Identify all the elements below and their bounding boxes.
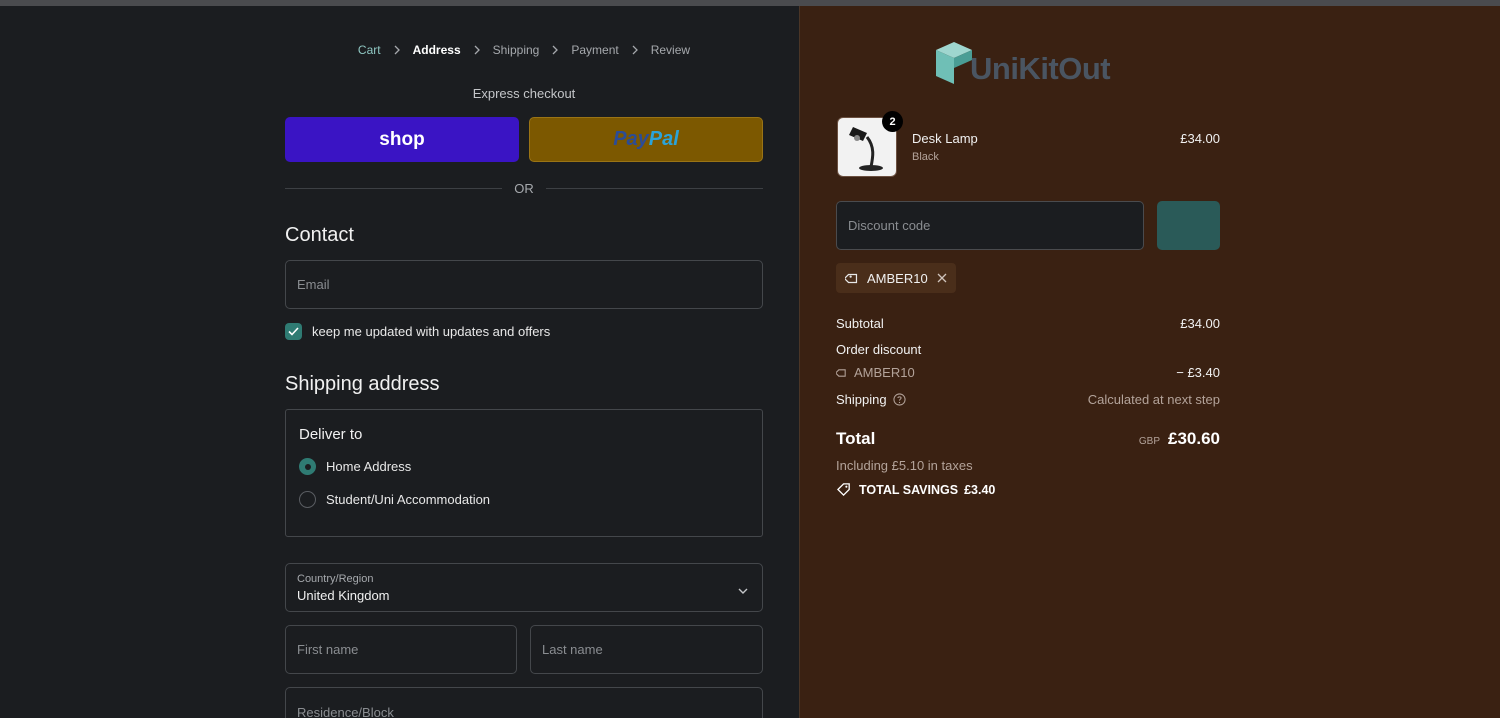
chevron-right-icon (473, 45, 481, 55)
product-price: £34.00 (1180, 131, 1220, 146)
delivery-option-label: Student/Uni Accommodation (326, 492, 491, 507)
tag-icon (845, 273, 858, 283)
delivery-option-home[interactable]: Home Address (299, 458, 411, 475)
shop-pay-button[interactable]: shop (285, 117, 519, 162)
last-name-placeholder: Last name (542, 642, 603, 657)
breadcrumb-payment: Payment (571, 43, 619, 57)
brand-name: UniKitOut (970, 51, 1111, 86)
taxes-note: Including £5.10 in taxes (836, 458, 973, 473)
box-logo-icon (936, 42, 972, 84)
order-summary-panel (799, 6, 1500, 718)
subtotal-label: Subtotal (836, 316, 884, 331)
divider-line (545, 188, 763, 189)
breadcrumb-cart[interactable]: Cart (358, 43, 381, 57)
discount-value: − £3.40 (1176, 365, 1220, 380)
breadcrumb-address: Address (412, 43, 461, 57)
shipping-value: Calculated at next step (1087, 392, 1220, 407)
savings-label: TOTAL SAVINGS (859, 482, 959, 497)
total-currency: GBP (1138, 436, 1160, 447)
breadcrumb-shipping: Shipping (492, 43, 540, 57)
radio-unselected-icon[interactable] (299, 491, 316, 508)
tag-icon (836, 368, 846, 377)
applied-discount-chip: AMBER10 (836, 263, 956, 293)
paypal-label-pay: Pay (613, 128, 649, 150)
tags-icon (837, 483, 850, 497)
last-name-field[interactable]: Last name (530, 625, 763, 674)
country-label: Country/Region (297, 573, 374, 585)
quantity-badge: 2 (882, 111, 903, 132)
breadcrumb-review: Review (650, 43, 691, 57)
country-select[interactable]: Country/Region United Kingdom (285, 563, 763, 612)
deliver-to-box: Deliver to Home Address Student/Uni Acco… (285, 409, 763, 537)
discount-code-row: AMBER10 (836, 365, 915, 380)
country-value: United Kingdom (297, 588, 390, 603)
remove-discount-icon[interactable] (937, 273, 947, 283)
shipping-label: Shipping (836, 392, 887, 407)
divider-line (285, 188, 503, 189)
chevron-down-icon (738, 582, 748, 600)
total-label: Total (836, 429, 876, 448)
newsletter-checkbox[interactable] (285, 323, 302, 340)
delivery-option-label: Home Address (326, 459, 412, 474)
breadcrumb: Cart Address Shipping Payment Review (285, 43, 763, 57)
chevron-right-icon (551, 45, 559, 55)
savings-value: £3.40 (964, 482, 996, 497)
checkmark-icon (288, 327, 299, 336)
applied-code: AMBER10 (867, 270, 928, 286)
shipping-address-heading: Shipping address (285, 373, 440, 395)
newsletter-option: keep me updated with updates and offers (285, 323, 550, 340)
email-placeholder: Email (297, 277, 330, 292)
shop-pay-label: shop (379, 128, 425, 150)
paypal-label-pal: Pal (648, 128, 679, 150)
radio-selected-icon[interactable] (299, 458, 316, 475)
discount-code-input[interactable]: Discount code (836, 201, 1144, 250)
discount-placeholder: Discount code (848, 218, 931, 233)
brand-logo[interactable]: UniKitOut (934, 40, 1111, 86)
help-circle-icon[interactable] (893, 393, 906, 406)
total-value-group: GBP £30.60 (1139, 429, 1220, 449)
subtotal-value: £34.00 (1180, 316, 1220, 331)
desk-lamp-icon (849, 127, 883, 171)
or-divider: OR (285, 181, 763, 196)
email-field[interactable]: Email (285, 260, 763, 309)
first-name-placeholder: First name (297, 642, 359, 657)
deliver-to-title: Deliver to (299, 426, 363, 443)
first-name-field[interactable]: First name (285, 625, 517, 674)
product-variant: Black (912, 151, 939, 163)
paypal-button[interactable]: Pay Pal (529, 117, 763, 162)
contact-heading: Contact (285, 224, 354, 246)
residence-field[interactable]: Residence/Block (285, 687, 763, 718)
total-savings: TOTAL SAVINGS £3.40 (836, 482, 995, 497)
shipping-row: Shipping (836, 392, 906, 407)
product-name: Desk Lamp (912, 131, 978, 146)
chevron-right-icon (393, 45, 401, 55)
delivery-option-student[interactable]: Student/Uni Accommodation (299, 491, 490, 508)
order-discount-label: Order discount (836, 342, 922, 357)
express-checkout-title: Express checkout (472, 86, 576, 101)
apply-discount-button[interactable] (1157, 201, 1220, 250)
newsletter-label: keep me updated with updates and offers (312, 324, 551, 339)
residence-placeholder: Residence/Block (297, 705, 394, 718)
discount-code: AMBER10 (854, 365, 915, 380)
chevron-right-icon (631, 45, 639, 55)
or-label: OR (514, 181, 534, 196)
total-value: £30.60 (1168, 429, 1220, 448)
